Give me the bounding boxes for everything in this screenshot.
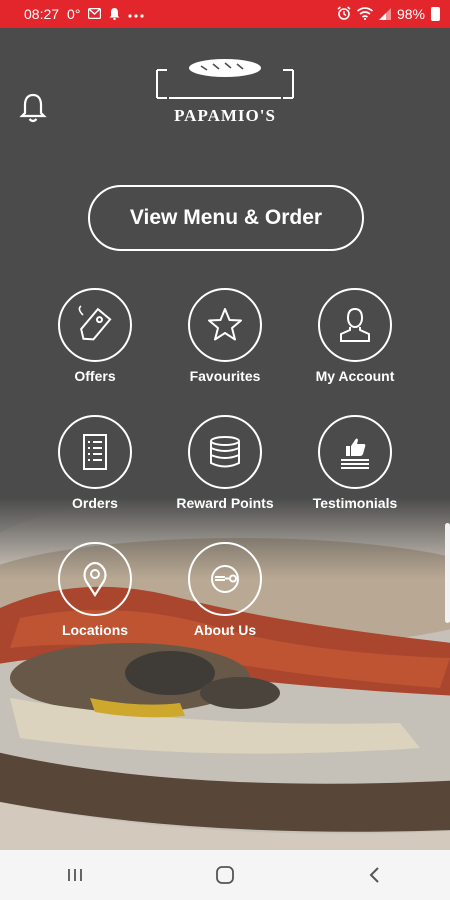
more-dots-icon (128, 8, 145, 20)
status-temperature: 0° (67, 6, 81, 22)
notifications-bell-icon[interactable] (19, 92, 47, 124)
view-menu-order-button[interactable]: View Menu & Order (88, 185, 364, 251)
tile-reward-points-label: Reward Points (176, 495, 274, 511)
tile-reward-points[interactable]: Reward Points (160, 415, 290, 525)
home-icon (216, 866, 234, 884)
coins-icon (210, 436, 240, 468)
tile-testimonials-circle (318, 415, 392, 489)
tile-favourites[interactable]: Favourites (160, 288, 290, 398)
wifi-icon (356, 6, 373, 22)
back-icon (369, 867, 379, 883)
tile-offers-label: Offers (74, 368, 116, 384)
tile-orders-label: Orders (72, 495, 118, 511)
tile-about-us[interactable]: About Us (160, 542, 290, 652)
tile-favourites-circle (188, 288, 262, 362)
tile-my-account-label: My Account (315, 368, 395, 384)
tile-about-us-label: About Us (193, 622, 257, 638)
tile-reward-points-circle (188, 415, 262, 489)
thumbs-up-icon (341, 438, 369, 469)
tile-favourites-label: Favourites (189, 368, 261, 384)
system-navigation-bar (0, 850, 450, 900)
tag-icon (78, 305, 112, 341)
tile-orders[interactable]: Orders (30, 415, 160, 525)
back-button[interactable] (345, 855, 405, 895)
plate-cutlery-icon (211, 565, 239, 593)
tile-my-account[interactable]: My Account (290, 288, 420, 398)
tile-testimonials-label: Testimonials (312, 495, 398, 511)
tile-testimonials[interactable]: Testimonials (290, 415, 420, 525)
star-icon (208, 308, 242, 341)
battery-icon (431, 7, 440, 21)
tile-offers-circle (58, 288, 132, 362)
scroll-indicator[interactable] (445, 523, 450, 623)
tile-about-us-circle (188, 542, 262, 616)
home-button[interactable] (195, 855, 255, 895)
battery-percent: 98% (396, 6, 425, 22)
tile-locations-circle (58, 542, 132, 616)
tile-locations[interactable]: Locations (30, 542, 160, 652)
tile-orders-circle (58, 415, 132, 489)
tile-my-account-circle (318, 288, 392, 362)
brand-logo: PAPAMIO'S (155, 56, 295, 128)
tile-offers[interactable]: Offers (30, 288, 160, 398)
status-bar: 08:27 0° 98% (0, 0, 450, 28)
tile-locations-label: Locations (61, 622, 129, 638)
user-icon (340, 307, 370, 342)
alarm-icon (337, 6, 351, 22)
recent-apps-button[interactable] (45, 855, 105, 895)
location-pin-icon (83, 561, 107, 598)
recent-apps-icon (68, 869, 82, 881)
message-icon (88, 7, 102, 21)
home-screen: PAPAMIO'S View Menu & Order Offers Favou… (0, 28, 450, 850)
brand-name: PAPAMIO'S (174, 106, 276, 125)
list-icon (83, 434, 107, 470)
notification-icon (109, 7, 120, 22)
signal-icon (378, 7, 391, 22)
status-time: 08:27 (24, 6, 60, 22)
